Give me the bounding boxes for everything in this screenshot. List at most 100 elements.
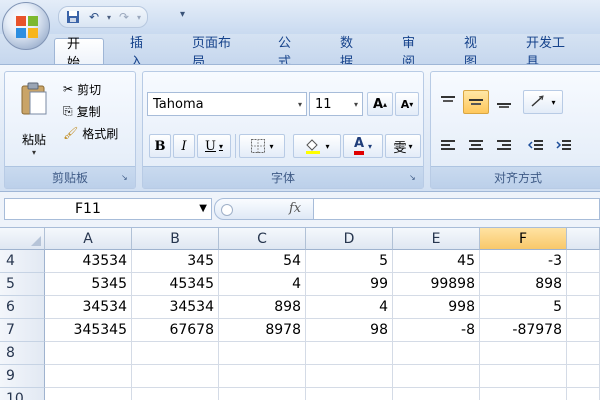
row-header-10[interactable]: 10 [0,388,45,400]
cell-d4[interactable]: 5 [306,250,393,273]
column-header-f[interactable]: F [480,228,567,250]
cell-a7[interactable]: 345345 [45,319,132,342]
cell-a10[interactable] [45,388,132,400]
cell-a9[interactable] [45,365,132,388]
shrink-font-button[interactable]: A ▾ [395,92,419,116]
cut-button[interactable]: ✂ 剪切 [63,80,101,98]
cell-c9[interactable] [219,365,306,388]
tab-developer[interactable]: 开发工具 [514,36,586,70]
cell-e6[interactable]: 998 [393,296,480,319]
cell-d9[interactable] [306,365,393,388]
cell-c5[interactable]: 4 [219,273,306,296]
column-header-d[interactable]: D [306,228,393,250]
cell-d7[interactable]: 98 [306,319,393,342]
cell-f10[interactable] [480,388,567,400]
cell-b9[interactable] [132,365,219,388]
cell-f9[interactable] [480,365,567,388]
cell-c4[interactable]: 54 [219,250,306,273]
row-header-6[interactable]: 6 [0,296,45,319]
cell-e9[interactable] [393,365,480,388]
font-name-combo[interactable]: Tahoma ▾ [147,92,307,116]
cell-f4[interactable]: -3 [480,250,567,273]
cell-b10[interactable] [132,388,219,400]
cell-f5[interactable]: 898 [480,273,567,296]
font-size-dropdown-icon[interactable]: ▾ [350,100,362,109]
name-box[interactable]: F11 ▼ [4,198,212,220]
column-header-a[interactable]: A [45,228,132,250]
undo-icon[interactable]: ↶ [86,9,102,25]
cell-f6[interactable]: 5 [480,296,567,319]
customize-qat-icon[interactable]: ▾ [180,9,185,20]
expand-circle-icon[interactable] [221,204,233,216]
column-header-c[interactable]: C [219,228,306,250]
cell-a6[interactable]: 34534 [45,296,132,319]
office-button[interactable] [2,2,50,50]
font-launcher-icon[interactable]: ↘ [409,173,419,183]
cell-a4[interactable]: 43534 [45,250,132,273]
clipboard-launcher-icon[interactable]: ↘ [121,173,131,183]
font-name-dropdown-icon[interactable]: ▾ [294,100,306,109]
align-right-button[interactable] [491,134,517,158]
cell-d5[interactable]: 99 [306,273,393,296]
cell-a5[interactable]: 5345 [45,273,132,296]
cell-b7[interactable]: 67678 [132,319,219,342]
cell-a8[interactable] [45,342,132,365]
borders-button[interactable]: ▾ [239,134,285,158]
tab-data[interactable]: 数据 [328,36,376,70]
cell-c7[interactable]: 8978 [219,319,306,342]
font-color-button[interactable]: A ▾ [343,134,383,158]
row-header-4[interactable]: 4 [0,250,45,273]
formula-input[interactable] [314,198,600,220]
cell-e5[interactable]: 99898 [393,273,480,296]
cell-e4[interactable]: 45 [393,250,480,273]
cell-g6[interactable] [567,296,600,319]
tab-insert[interactable]: 插入 [118,36,166,70]
grow-font-button[interactable]: A ▴ [367,92,393,116]
column-header-g[interactable] [567,228,600,250]
select-all-corner[interactable] [0,228,45,250]
font-size-combo[interactable]: 11 ▾ [309,92,363,116]
cell-d8[interactable] [306,342,393,365]
redo-icon[interactable]: ↷ [116,9,132,25]
italic-button[interactable]: I [173,134,195,158]
cell-e7[interactable]: -8 [393,319,480,342]
row-header-8[interactable]: 8 [0,342,45,365]
fill-color-button[interactable]: ▾ [293,134,341,158]
cell-d6[interactable]: 4 [306,296,393,319]
cell-g5[interactable] [567,273,600,296]
cell-b8[interactable] [132,342,219,365]
row-header-9[interactable]: 9 [0,365,45,388]
cell-e10[interactable] [393,388,480,400]
save-icon[interactable] [65,9,81,25]
align-top-button[interactable] [435,90,461,114]
tab-formulas[interactable]: 公式 [266,36,314,70]
cell-g4[interactable] [567,250,600,273]
column-header-b[interactable]: B [132,228,219,250]
row-header-7[interactable]: 7 [0,319,45,342]
align-left-button[interactable] [435,134,461,158]
decrease-indent-button[interactable] [523,134,549,158]
cell-f8[interactable] [480,342,567,365]
row-header-5[interactable]: 5 [0,273,45,296]
cell-c8[interactable] [219,342,306,365]
cell-b6[interactable]: 34534 [132,296,219,319]
phonetic-button[interactable]: 雯 ▾ [385,134,421,158]
cell-c10[interactable] [219,388,306,400]
format-painter-button[interactable]: 🖌 格式刷 [63,124,118,142]
paste-dropdown-icon[interactable]: ▾ [15,148,53,157]
tab-review[interactable]: 审阅 [390,36,438,70]
cell-b4[interactable]: 345 [132,250,219,273]
increase-indent-button[interactable] [551,134,577,158]
undo-dropdown-icon[interactable]: ▾ [107,13,111,22]
cell-g9[interactable] [567,365,600,388]
cell-g8[interactable] [567,342,600,365]
tab-view[interactable]: 视图 [452,36,500,70]
tab-page-layout[interactable]: 页面布局 [180,36,252,70]
cell-e8[interactable] [393,342,480,365]
paste-button[interactable]: 粘贴 ▾ [15,78,53,162]
cell-f7[interactable]: -87978 [480,319,567,342]
align-middle-button[interactable] [463,90,489,114]
cell-b5[interactable]: 45345 [132,273,219,296]
underline-button[interactable]: U ▾ [197,134,231,158]
cell-g10[interactable] [567,388,600,400]
